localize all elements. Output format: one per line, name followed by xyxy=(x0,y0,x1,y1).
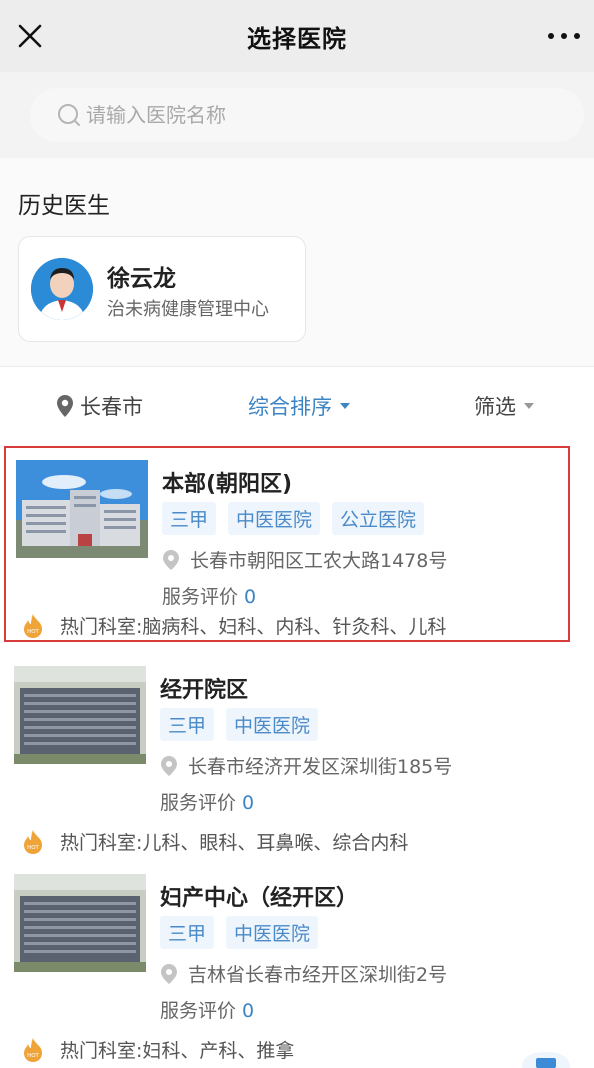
hospital-tags: 三甲 中医医院 xyxy=(160,916,330,949)
rating: 服务评价 0 xyxy=(162,582,256,609)
hospital-item[interactable]: 妇产中心（经开区） 三甲 中医医院 吉林省长春市经开区深圳街2号 服务评价 0 H… xyxy=(0,860,594,1068)
depts-label: 热门科室: xyxy=(60,832,143,854)
location-pin-icon xyxy=(163,549,179,570)
screen-label: 筛选 xyxy=(474,395,516,419)
tag-badge: 三甲 xyxy=(162,502,217,535)
city-filter[interactable]: 长春市 xyxy=(56,391,143,421)
hospital-list: 本部(朝阳区) 三甲 中医医院 公立医院 长春市朝阳区工农大路1478号 服务评… xyxy=(0,442,594,1068)
hospital-name: 妇产中心（经开区） xyxy=(160,886,359,911)
depts-text: 妇科、产科、推拿 xyxy=(142,1040,295,1062)
rating-value: 0 xyxy=(242,1000,255,1022)
depts-label: 热门科室: xyxy=(60,1040,143,1062)
more-icon[interactable] xyxy=(548,24,580,48)
hospital-address: 吉林省长春市经开区深圳街2号 xyxy=(160,960,447,987)
search-icon xyxy=(58,104,80,126)
address-text: 长春市经济开发区深圳街185号 xyxy=(188,756,453,778)
rating-label: 服务评价 xyxy=(162,586,239,608)
hospital-name: 本部(朝阳区) xyxy=(162,472,293,497)
tag-badge: 中医医院 xyxy=(226,708,319,741)
svg-text:HOT: HOT xyxy=(27,629,39,635)
doctor-name: 徐云龙 xyxy=(107,266,176,292)
fire-hot-icon: HOT xyxy=(24,829,42,854)
hospital-tags: 三甲 中医医院 xyxy=(160,708,330,741)
rating-label: 服务评价 xyxy=(160,1000,237,1022)
tag-badge: 公立医院 xyxy=(332,502,425,535)
city-label: 长春市 xyxy=(80,395,143,419)
rating-label: 服务评价 xyxy=(160,792,237,814)
avatar xyxy=(31,258,93,320)
hospital-tags: 三甲 中医医院 公立医院 xyxy=(162,502,436,535)
hot-departments: HOT 热门科室: 妇科、产科、推拿 xyxy=(22,1036,294,1063)
hospital-name: 经开院区 xyxy=(160,678,249,703)
rating-value: 0 xyxy=(244,586,257,608)
history-title: 历史医生 xyxy=(18,193,110,219)
hospital-photo xyxy=(16,460,148,558)
hospital-address: 长春市朝阳区工农大路1478号 xyxy=(162,546,447,573)
rating: 服务评价 0 xyxy=(160,996,254,1023)
tag-badge: 三甲 xyxy=(160,708,215,741)
screen-filter[interactable]: 筛选 xyxy=(474,391,534,421)
caret-down-icon xyxy=(524,403,534,409)
location-pin-icon xyxy=(57,395,73,417)
sort-filter[interactable]: 综合排序 xyxy=(248,391,350,421)
doctor-org: 治未病健康管理中心 xyxy=(107,299,269,320)
rating: 服务评价 0 xyxy=(160,788,254,815)
hospital-item[interactable]: 经开院区 三甲 中医医院 长春市经济开发区深圳街185号 服务评价 0 HOT 热… xyxy=(0,652,594,860)
depts-text: 儿科、眼科、耳鼻喉、综合内科 xyxy=(142,832,409,854)
hospital-item[interactable]: 本部(朝阳区) 三甲 中医医院 公立医院 长春市朝阳区工农大路1478号 服务评… xyxy=(4,446,570,642)
title-bar: 选择医院 xyxy=(0,0,594,72)
hospital-photo xyxy=(14,666,146,764)
search-input[interactable] xyxy=(86,103,506,127)
page-title: 选择医院 xyxy=(247,24,347,53)
svg-text:HOT: HOT xyxy=(27,1053,39,1059)
hot-departments: HOT 热门科室: 儿科、眼科、耳鼻喉、综合内科 xyxy=(22,828,408,855)
tag-badge: 中医医院 xyxy=(226,916,319,949)
close-icon[interactable] xyxy=(16,22,44,50)
search-box[interactable] xyxy=(30,88,584,142)
search-section xyxy=(0,72,594,158)
address-text: 长春市朝阳区工农大路1478号 xyxy=(190,550,448,572)
filter-bar: 长春市 综合排序 筛选 xyxy=(0,366,594,442)
location-pin-icon xyxy=(161,963,177,984)
doctor-card[interactable]: 徐云龙 治未病健康管理中心 xyxy=(18,236,306,342)
floating-action-icon[interactable] xyxy=(522,1052,570,1068)
caret-down-icon xyxy=(340,403,350,409)
depts-text: 脑病科、妇科、内科、针灸科、儿科 xyxy=(142,616,447,638)
hospital-address: 长春市经济开发区深圳街185号 xyxy=(160,752,452,779)
tag-badge: 中医医院 xyxy=(228,502,321,535)
location-pin-icon xyxy=(161,755,177,776)
svg-text:HOT: HOT xyxy=(27,845,39,851)
depts-label: 热门科室: xyxy=(60,616,143,638)
hospital-photo xyxy=(14,874,146,972)
history-section: 历史医生 徐云龙 治未病健康管理中心 xyxy=(0,158,594,366)
address-text: 吉林省长春市经开区深圳街2号 xyxy=(188,964,448,986)
rating-value: 0 xyxy=(242,792,255,814)
fire-hot-icon: HOT xyxy=(24,613,42,638)
hot-departments: HOT 热门科室: 脑病科、妇科、内科、针灸科、儿科 xyxy=(22,612,446,639)
tag-badge: 三甲 xyxy=(160,916,215,949)
fire-hot-icon: HOT xyxy=(24,1037,42,1062)
sort-label: 综合排序 xyxy=(248,395,332,419)
